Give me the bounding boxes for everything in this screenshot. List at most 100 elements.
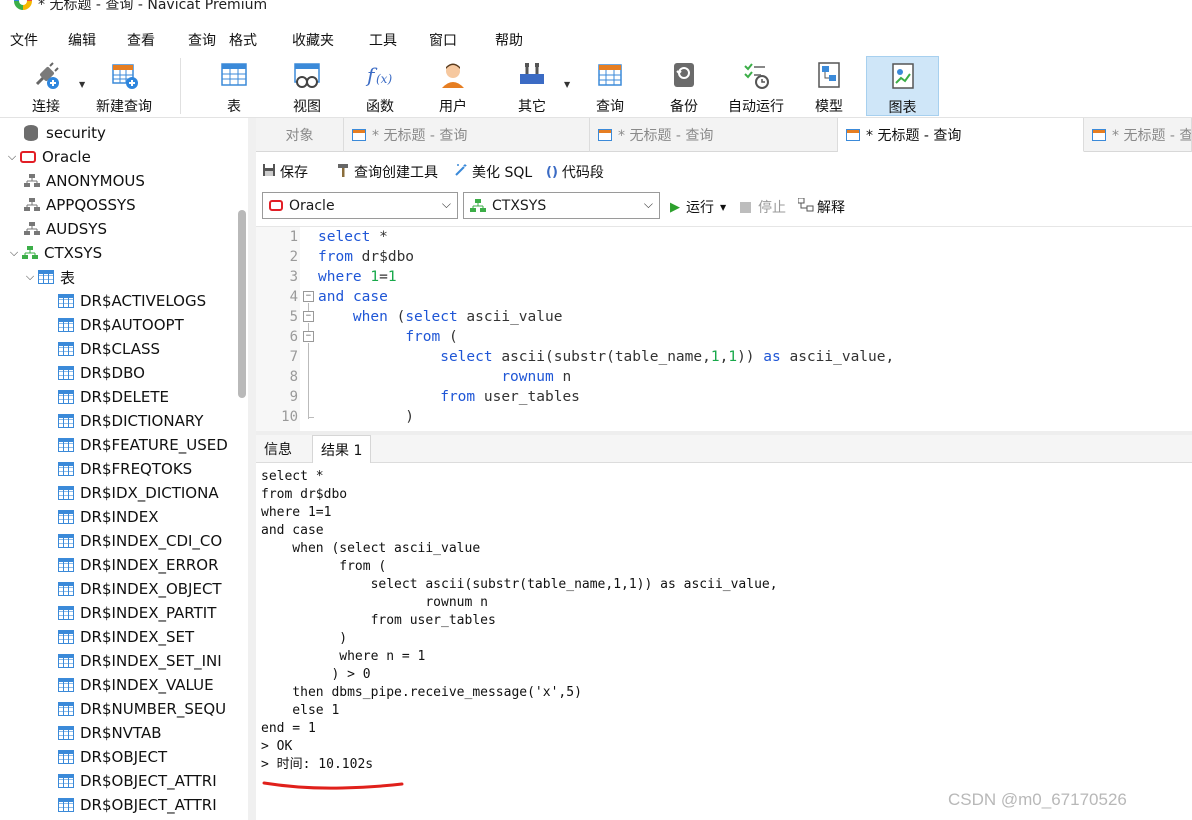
function-button[interactable]: f (x) 函数 bbox=[352, 56, 408, 116]
sidebar-item[interactable]: ⌵ Oracle bbox=[4, 145, 91, 169]
sidebar-item[interactable]: DR$FEATURE_USED bbox=[58, 433, 228, 457]
run-dropdown-icon[interactable]: ▼ bbox=[720, 203, 726, 212]
beautify-sql-button[interactable]: 美化 SQL bbox=[454, 162, 532, 182]
save-button[interactable]: 保存 bbox=[262, 162, 308, 182]
new-query-icon bbox=[109, 60, 139, 90]
sidebar-item[interactable]: DR$OBJECT bbox=[58, 745, 167, 769]
user-button[interactable]: 用户 bbox=[424, 56, 482, 116]
model-button[interactable]: 模型 bbox=[802, 56, 856, 116]
query-button[interactable]: 查询 bbox=[582, 56, 638, 116]
sidebar-item[interactable]: DR$INDEX_OBJECT bbox=[58, 577, 222, 601]
tab-query-4[interactable]: * 无标题 - 查询 bbox=[1084, 118, 1192, 152]
connection-select[interactable]: Oracle ⌵ bbox=[262, 192, 458, 219]
save-icon bbox=[262, 163, 276, 181]
chevron-down-icon[interactable]: ⌵ bbox=[22, 270, 38, 284]
sidebar-item[interactable]: DR$NVTAB bbox=[58, 721, 162, 745]
table-button[interactable]: 表 bbox=[206, 56, 262, 116]
new-query-button[interactable]: 新建查询 bbox=[90, 56, 158, 116]
sidebar-item[interactable]: AUDSYS bbox=[24, 217, 107, 241]
line-number: 3 bbox=[289, 269, 298, 285]
sidebar-item-label: DR$FREQTOKS bbox=[80, 460, 193, 478]
menu-edit[interactable]: 编辑 bbox=[68, 30, 96, 50]
sidebar-item[interactable]: DR$AUTOOPT bbox=[58, 313, 184, 337]
table-icon bbox=[58, 438, 74, 452]
sql-editor[interactable]: 1 2 3 4 5 6 7 8 9 10 − − − select * from dr$dbo w… bbox=[256, 226, 1192, 432]
menu-help[interactable]: 帮助 bbox=[495, 30, 523, 50]
sidebar-item[interactable]: DR$FREQTOKS bbox=[58, 457, 192, 481]
sidebar-item-label: DR$FEATURE_USED bbox=[80, 436, 228, 454]
sidebar-splitter[interactable] bbox=[248, 118, 256, 820]
explain-button[interactable]: 解释 bbox=[797, 197, 845, 217]
run-button[interactable]: ▶ 运行 ▼ bbox=[670, 197, 726, 217]
tab-query-3[interactable]: * 无标题 - 查询 bbox=[838, 118, 1084, 152]
sidebar-item[interactable]: DR$ACTIVELOGS bbox=[58, 289, 206, 313]
tab-message[interactable]: 信息 bbox=[256, 435, 300, 463]
code-snippet-label: 代码段 bbox=[561, 165, 604, 181]
automation-button[interactable]: 自动运行 bbox=[724, 56, 788, 116]
sidebar-item[interactable]: DR$DICTIONARY bbox=[58, 409, 203, 433]
table-icon bbox=[58, 750, 74, 764]
code-snippet-button[interactable]: () 代码段 bbox=[546, 162, 604, 182]
sidebar-scrollbar[interactable] bbox=[238, 210, 246, 398]
chevron-down-icon: ⌵ bbox=[441, 197, 451, 211]
view-button[interactable]: 视图 bbox=[278, 56, 336, 116]
schema-select[interactable]: CTXSYS ⌵ bbox=[463, 192, 660, 219]
tab-query-2[interactable]: * 无标题 - 查询 bbox=[590, 118, 838, 152]
table-icon bbox=[58, 606, 74, 620]
code-line: select ascii(substr(table_name,1,1)) as … bbox=[440, 349, 895, 365]
connect-dropdown-icon[interactable]: ▼ bbox=[79, 80, 85, 89]
sidebar-item[interactable]: DR$DBO bbox=[58, 361, 145, 385]
other-dropdown-icon[interactable]: ▼ bbox=[564, 80, 570, 89]
sidebar-item[interactable]: DR$INDEX_VALUE bbox=[58, 673, 214, 697]
fold-toggle-icon[interactable]: − bbox=[303, 311, 314, 322]
sidebar-item[interactable]: DR$OBJECT_ATTRI bbox=[58, 793, 217, 817]
sidebar-item[interactable]: ⌵ CTXSYS bbox=[6, 241, 102, 265]
sidebar-item[interactable]: DR$INDEX_SET bbox=[58, 625, 194, 649]
fold-toggle-icon[interactable]: − bbox=[303, 291, 314, 302]
sidebar-item[interactable]: DR$CLASS bbox=[58, 337, 160, 361]
sidebar-item[interactable]: APPQOSSYS bbox=[24, 193, 136, 217]
chevron-down-icon: ⌵ bbox=[643, 197, 653, 211]
chevron-down-icon[interactable]: ⌵ bbox=[6, 246, 22, 260]
stop-button[interactable]: 停止 bbox=[740, 197, 786, 217]
database-icon bbox=[24, 125, 38, 141]
table-icon bbox=[58, 774, 74, 788]
sidebar-item-label: CTXSYS bbox=[44, 244, 103, 262]
code-line: where 1=1 bbox=[318, 269, 397, 285]
sidebar-item[interactable]: DR$INDEX_CDI_CO bbox=[58, 529, 222, 553]
chart-button[interactable]: 图表 bbox=[866, 56, 939, 116]
chevron-down-icon[interactable]: ⌵ bbox=[4, 150, 20, 164]
menu-tools[interactable]: 工具 bbox=[369, 30, 397, 50]
sidebar-item[interactable]: security bbox=[24, 121, 106, 145]
menu-window[interactable]: 窗口 bbox=[429, 30, 457, 50]
other-button[interactable]: 其它 bbox=[504, 56, 560, 116]
tab-query-1[interactable]: * 无标题 - 查询 bbox=[344, 118, 590, 152]
query-builder-button[interactable]: 查询创建工具 bbox=[336, 162, 438, 182]
menu-file[interactable]: 文件 bbox=[10, 30, 38, 50]
table-icon bbox=[58, 558, 74, 572]
tab-objects[interactable]: 对象 bbox=[256, 118, 344, 152]
sidebar-item[interactable]: ANONYMOUS bbox=[24, 169, 145, 193]
line-number: 9 bbox=[289, 389, 298, 405]
sidebar-item[interactable]: DR$OBJECT_ATTRI bbox=[58, 769, 217, 793]
menu-favorites[interactable]: 收藏夹 bbox=[292, 30, 334, 50]
sidebar-item[interactable]: DR$DELETE bbox=[58, 385, 169, 409]
sidebar-item-label: AUDSYS bbox=[46, 220, 107, 238]
menu-query[interactable]: 查询 bbox=[188, 30, 216, 50]
sidebar-item[interactable]: ⌵ 表 bbox=[22, 265, 75, 289]
fold-toggle-icon[interactable]: − bbox=[303, 331, 314, 342]
tab-result-1[interactable]: 结果 1 bbox=[312, 435, 372, 463]
output-line: from dr$dbo bbox=[261, 487, 348, 502]
sidebar-item-label: DR$AUTOOPT bbox=[80, 316, 184, 334]
backup-button[interactable]: 备份 bbox=[656, 56, 712, 116]
code-line: from user_tables bbox=[440, 389, 580, 405]
sidebar-item[interactable]: DR$NUMBER_SEQU bbox=[58, 697, 226, 721]
menu-view[interactable]: 查看 bbox=[127, 30, 155, 50]
sidebar-item[interactable]: DR$INDEX_PARTIT bbox=[58, 601, 216, 625]
sidebar-item[interactable]: DR$IDX_DICTIONA bbox=[58, 481, 219, 505]
connect-button[interactable]: 连接 bbox=[18, 56, 74, 116]
sidebar-item[interactable]: DR$INDEX bbox=[58, 505, 158, 529]
sidebar-item[interactable]: DR$INDEX_SET_INI bbox=[58, 649, 222, 673]
menu-format[interactable]: 格式 bbox=[229, 30, 257, 50]
sidebar-item[interactable]: DR$INDEX_ERROR bbox=[58, 553, 219, 577]
